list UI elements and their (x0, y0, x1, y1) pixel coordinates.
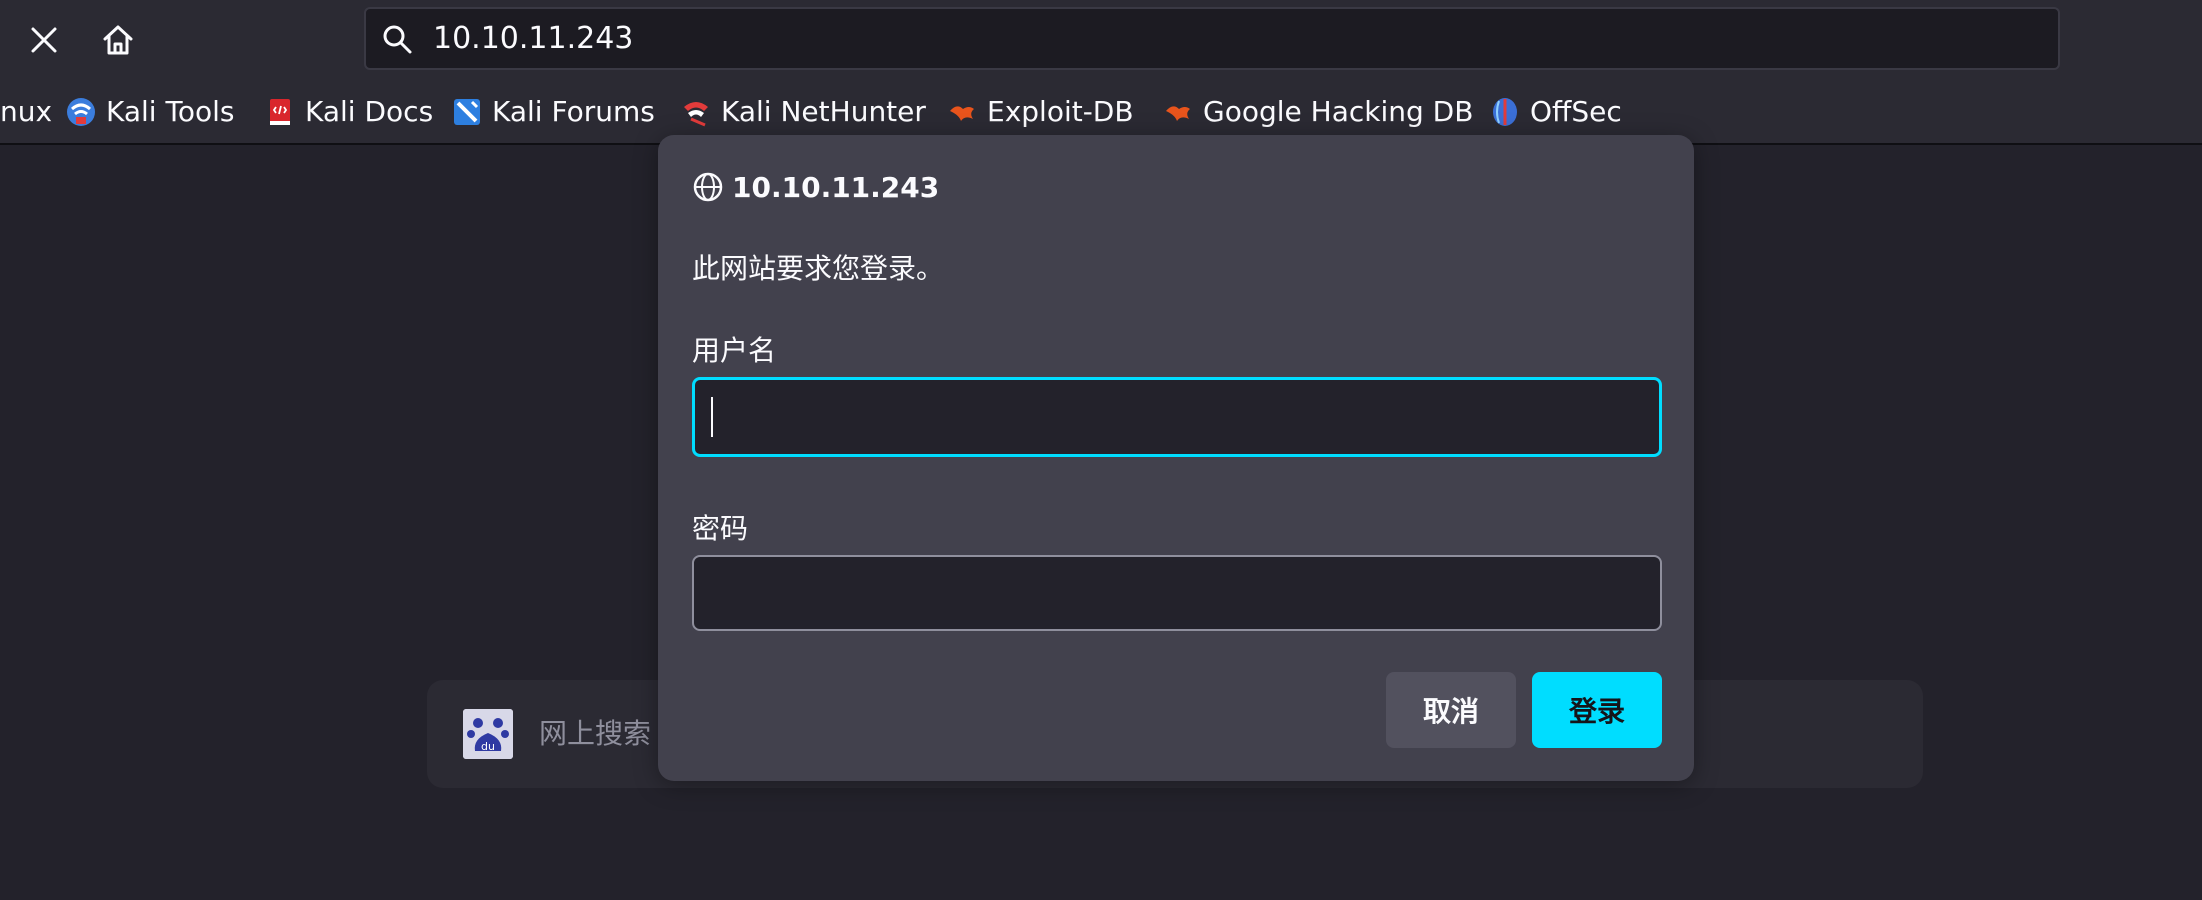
dialog-host: 10.10.11.243 (692, 167, 939, 207)
login-dialog: 10.10.11.243 此网站要求您登录。 用户名 密码 取消 登录 (658, 135, 1694, 781)
bookmark-label: Exploit-DB (987, 95, 1134, 128)
navigation-toolbar: 10.10.11.243 (0, 0, 2202, 80)
bookmark-kali-docs[interactable]: Kali Docs (265, 80, 433, 143)
text-caret (711, 397, 713, 437)
password-label: 密码 (692, 512, 749, 545)
search-icon (383, 25, 412, 54)
bookmark-label: nux (0, 95, 53, 128)
address-bar[interactable]: 10.10.11.243 (364, 7, 2060, 70)
baidu-logo: du (463, 709, 513, 759)
search-placeholder: 网上搜索 (539, 717, 652, 750)
svg-text:du: du (481, 740, 495, 753)
home-button[interactable] (90, 12, 146, 68)
bookmark-label: Kali Docs (305, 95, 434, 128)
kali-docs-favicon (270, 98, 290, 125)
username-input[interactable] (692, 377, 1662, 457)
offsec-favicon (1493, 97, 1517, 126)
browser-window: 10.10.11.243 nux Kali Tools Kali Docs Ka… (0, 0, 2202, 900)
ghdb-favicon (1166, 105, 1190, 121)
password-input[interactable] (692, 555, 1662, 631)
bookmark-kali-tools[interactable]: Kali Tools (66, 80, 234, 143)
kali-tools-favicon (67, 97, 95, 126)
cancel-button[interactable]: 取消 (1386, 672, 1516, 748)
exploit-db-favicon (950, 105, 974, 121)
url-text: 10.10.11.243 (433, 21, 634, 56)
bookmark-kali-nethunter[interactable]: Kali NetHunter (681, 80, 926, 143)
globe-icon (693, 172, 723, 202)
dialog-host-text: 10.10.11.243 (732, 170, 940, 204)
username-label: 用户名 (692, 334, 777, 367)
stop-loading-button[interactable] (16, 12, 72, 68)
kali-nethunter-favicon (684, 101, 708, 126)
dialog-message: 此网站要求您登录。 (692, 252, 945, 285)
bookmark-kali-forums[interactable]: Kali Forums (452, 80, 655, 143)
kali-forums-favicon (454, 98, 480, 125)
bookmark-label: Kali NetHunter (721, 95, 926, 128)
bookmark-exploit-db[interactable]: Exploit-DB (947, 80, 1134, 143)
login-button[interactable]: 登录 (1532, 672, 1662, 748)
bookmark-google-hacking-db[interactable]: Google Hacking DB (1163, 80, 1473, 143)
bookmark-kali-linux[interactable]: nux (0, 80, 52, 143)
close-icon (31, 27, 57, 53)
bookmark-label: Kali Forums (492, 95, 655, 128)
bookmark-label: OffSec (1530, 95, 1622, 128)
bookmark-label: Kali Tools (106, 95, 235, 128)
bookmark-offsec[interactable]: OffSec (1490, 80, 1622, 143)
home-icon (103, 25, 133, 55)
bookmark-label: Google Hacking DB (1203, 95, 1474, 128)
